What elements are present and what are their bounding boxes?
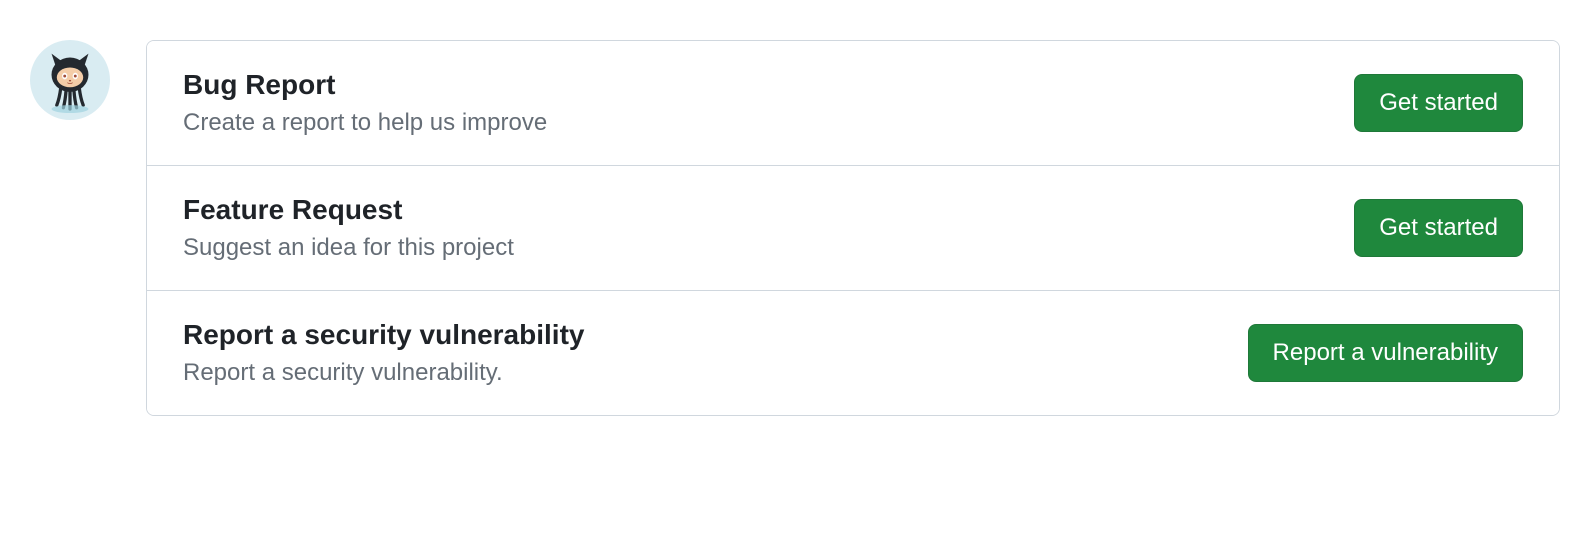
issue-template-chooser: Bug Report Create a report to help us im… xyxy=(30,40,1560,416)
octocat-icon xyxy=(37,47,103,113)
get-started-button-bug[interactable]: Get started xyxy=(1354,74,1523,132)
report-vulnerability-button[interactable]: Report a vulnerability xyxy=(1248,324,1523,382)
template-text: Bug Report Create a report to help us im… xyxy=(183,69,547,137)
template-text: Feature Request Suggest an idea for this… xyxy=(183,194,514,262)
octocat-avatar xyxy=(30,40,110,120)
template-description: Suggest an idea for this project xyxy=(183,234,514,262)
template-description: Report a security vulnerability. xyxy=(183,359,584,387)
template-item-feature-request: Feature Request Suggest an idea for this… xyxy=(147,166,1559,291)
template-item-bug-report: Bug Report Create a report to help us im… xyxy=(147,41,1559,166)
get-started-button-feature[interactable]: Get started xyxy=(1354,199,1523,257)
template-list: Bug Report Create a report to help us im… xyxy=(146,40,1560,416)
template-description: Create a report to help us improve xyxy=(183,109,547,137)
template-title: Report a security vulnerability xyxy=(183,319,584,351)
template-item-security-vulnerability: Report a security vulnerability Report a… xyxy=(147,291,1559,415)
template-text: Report a security vulnerability Report a… xyxy=(183,319,584,387)
template-title: Feature Request xyxy=(183,194,514,226)
template-title: Bug Report xyxy=(183,69,547,101)
